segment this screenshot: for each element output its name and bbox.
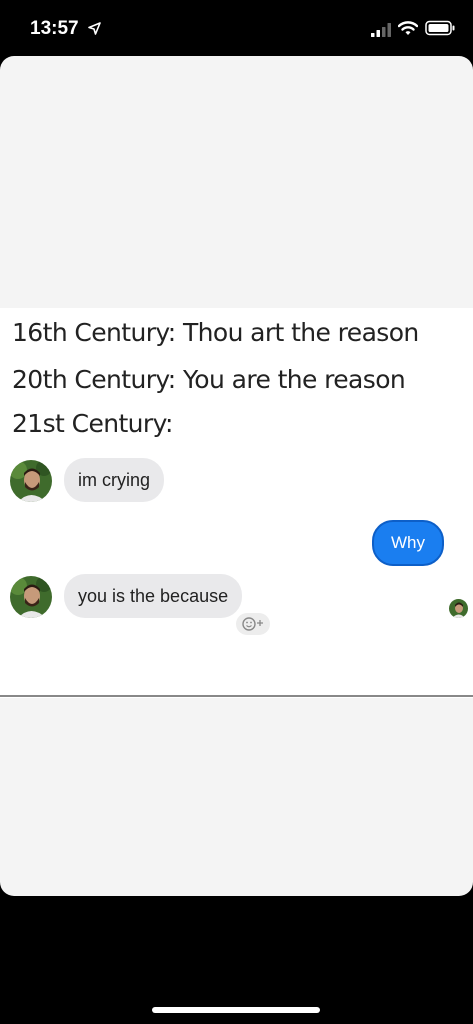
avatar [10, 460, 52, 502]
seen-avatar [449, 599, 468, 618]
home-indicator[interactable] [152, 1007, 320, 1013]
wifi-icon [398, 21, 418, 35]
meme-image: 16th Century: Thou art the reason 20th C… [0, 308, 473, 698]
message-bubble-incoming: im crying [64, 458, 165, 502]
meme-line-16th-century: 16th Century: Thou art the reason [12, 318, 419, 347]
add-reaction-icon [236, 613, 270, 635]
message-bubble-outgoing: Why [372, 520, 444, 566]
divider [0, 695, 473, 697]
location-arrow-icon [88, 22, 101, 35]
meme-line-20th-century: 20th Century: You are the reason [12, 365, 406, 394]
signal-icon [371, 23, 391, 37]
status-bar: 13:57 [0, 0, 473, 58]
battery-icon [425, 20, 455, 36]
image-card: 16th Century: Thou art the reason 20th C… [0, 56, 473, 896]
meme-line-21st-century: 21st Century: [12, 409, 173, 438]
message-bubble-incoming: you is the because [64, 574, 243, 618]
status-time: 13:57 [30, 18, 79, 39]
avatar [10, 576, 52, 618]
